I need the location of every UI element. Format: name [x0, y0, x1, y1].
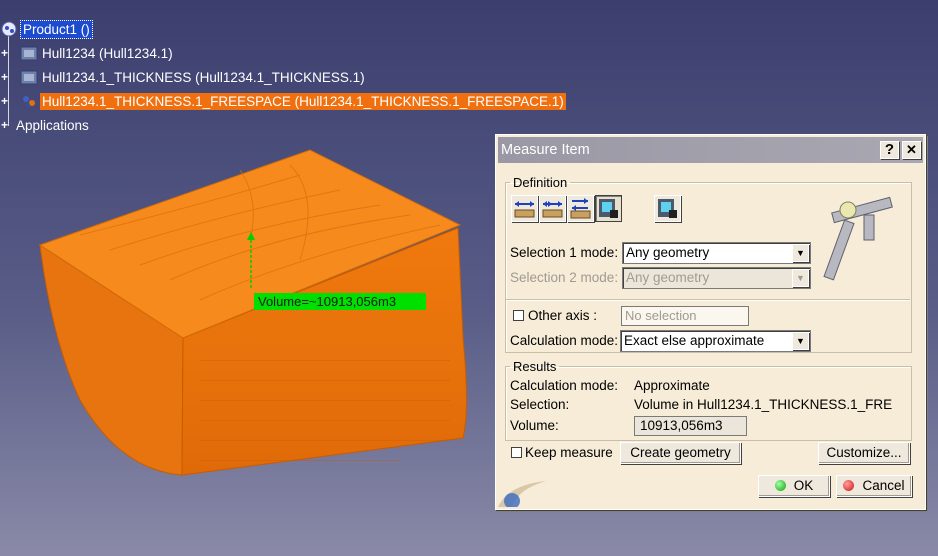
definition-divider: [506, 299, 910, 301]
result-selection-value: Volume in Hull1234.1_THICKNESS.1_FRE: [634, 397, 893, 412]
tree-node-product1[interactable]: Product1 (): [0, 19, 93, 39]
expand-icon[interactable]: +: [0, 95, 10, 107]
tree-node-thickness[interactable]: + Hull1234.1_THICKNESS (Hull1234.1_THICK…: [0, 67, 367, 87]
chevron-down-icon[interactable]: ▼: [792, 332, 809, 350]
tree-label: Applications: [16, 117, 89, 133]
cancel-icon: [843, 480, 855, 491]
cancel-label: Cancel: [862, 478, 905, 493]
measure-thickness-icon: [658, 199, 677, 218]
result-selection-label: Selection:: [510, 397, 570, 412]
expand-icon[interactable]: +: [0, 71, 10, 83]
caliper-icon: [823, 196, 893, 281]
tree-node-applications[interactable]: + Applications: [0, 115, 91, 135]
part-icon: [20, 44, 38, 62]
ok-label: OK: [793, 478, 814, 493]
create-geometry-button[interactable]: Create geometry: [620, 442, 741, 464]
calc-mode-value: Exact else approximate: [624, 333, 765, 348]
help-button[interactable]: ?: [880, 141, 899, 159]
selection1-combo[interactable]: Any geometry ▼: [622, 242, 811, 264]
selection1-label: Selection 1 mode:: [510, 245, 619, 260]
measure-item-dialog: Measure Item ? ✕ Definition Selection 1 …: [495, 134, 926, 510]
measure-item-chain-icon: [542, 201, 563, 218]
selection2-value: Any geometry: [626, 270, 710, 285]
other-axis-checkbox[interactable]: [513, 310, 524, 321]
close-button[interactable]: ✕: [902, 141, 921, 159]
results-legend: Results: [513, 359, 557, 374]
other-axis-label: Other axis :: [528, 308, 598, 323]
tree-label: Product1 (): [20, 19, 93, 39]
expand-icon[interactable]: +: [0, 119, 10, 131]
selection1-value: Any geometry: [626, 245, 710, 260]
tree-label: Hull1234.1_THICKNESS.1_FREESPACE (Hull12…: [40, 92, 566, 110]
other-axis-field[interactable]: No selection: [621, 306, 749, 326]
definition-legend: Definition: [513, 175, 568, 190]
measure-fan-button[interactable]: [567, 195, 594, 222]
chevron-down-icon[interactable]: ▼: [792, 269, 809, 287]
measure-thickness-button[interactable]: [654, 195, 681, 222]
keep-measure-label: Keep measure: [525, 445, 613, 460]
result-volume-label: Volume:: [510, 418, 559, 433]
product-icon: [0, 20, 18, 38]
dialog-titlebar[interactable]: Measure Item ? ✕: [498, 137, 923, 163]
catia-logo: [498, 481, 546, 507]
dialog-title: Measure Item: [501, 142, 590, 158]
calc-mode-combo[interactable]: Exact else approximate ▼: [620, 330, 811, 352]
part-icon: [20, 68, 38, 86]
result-calc-mode-label: Calculation mode:: [510, 378, 619, 393]
measure-fan-icon: [570, 198, 591, 219]
freespace-icon: [20, 92, 38, 110]
chevron-down-icon[interactable]: ▼: [792, 244, 809, 262]
tree-node-freespace[interactable]: + Hull1234.1_THICKNESS.1_FREESPACE (Hull…: [0, 91, 566, 111]
tree-node-hull1234[interactable]: + Hull1234 (Hull1234.1): [0, 43, 175, 63]
tree-label: Hull1234 (Hull1234.1): [42, 45, 173, 61]
selection2-combo[interactable]: Any geometry ▼: [622, 267, 811, 289]
measure-between-icon: [514, 201, 535, 218]
selection2-label: Selection 2 mode:: [510, 270, 619, 285]
result-calc-mode-value: Approximate: [634, 378, 710, 393]
customize-button[interactable]: Customize...: [818, 442, 910, 464]
measure-between-button[interactable]: [511, 195, 538, 222]
ok-icon: [774, 480, 786, 491]
expand-icon[interactable]: +: [0, 47, 10, 59]
cancel-button[interactable]: Cancel: [836, 475, 912, 497]
tree-label: Hull1234.1_THICKNESS (Hull1234.1_THICKNE…: [42, 69, 365, 85]
measure-item-icon: [599, 199, 618, 218]
measure-volume-label: Volume=~10913,056m3: [254, 293, 426, 310]
measure-chain-button[interactable]: [539, 195, 566, 222]
result-volume-value: 10913,056m3: [634, 416, 747, 436]
measure-item-button[interactable]: [595, 195, 622, 222]
ok-button[interactable]: OK: [758, 475, 830, 497]
calc-mode-label: Calculation mode:: [510, 333, 619, 348]
keep-measure-checkbox[interactable]: [511, 447, 522, 458]
